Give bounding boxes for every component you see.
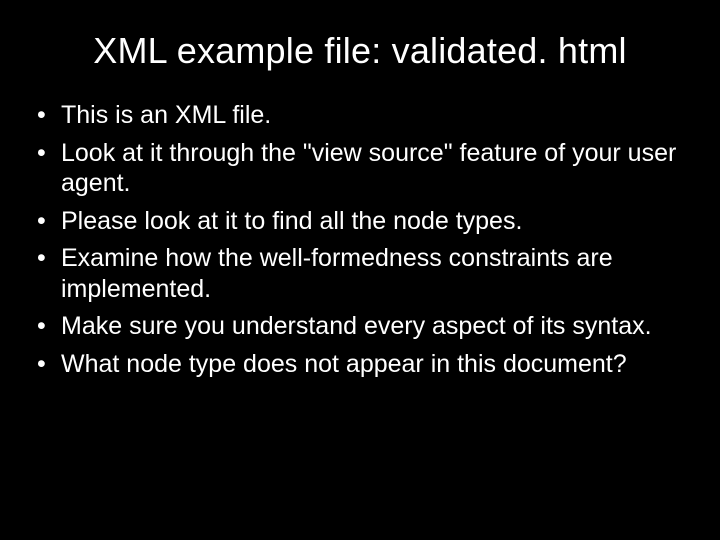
slide: XML example file: validated. html This i… (0, 0, 720, 540)
slide-title: XML example file: validated. html (35, 30, 685, 72)
list-item: Make sure you understand every aspect of… (35, 311, 685, 342)
list-item: Please look at it to find all the node t… (35, 206, 685, 237)
list-item: Look at it through the "view source" fea… (35, 138, 685, 199)
list-item: This is an XML file. (35, 100, 685, 131)
list-item: Examine how the well-formedness constrai… (35, 243, 685, 304)
bullet-list: This is an XML file. Look at it through … (35, 100, 685, 379)
list-item: What node type does not appear in this d… (35, 349, 685, 380)
